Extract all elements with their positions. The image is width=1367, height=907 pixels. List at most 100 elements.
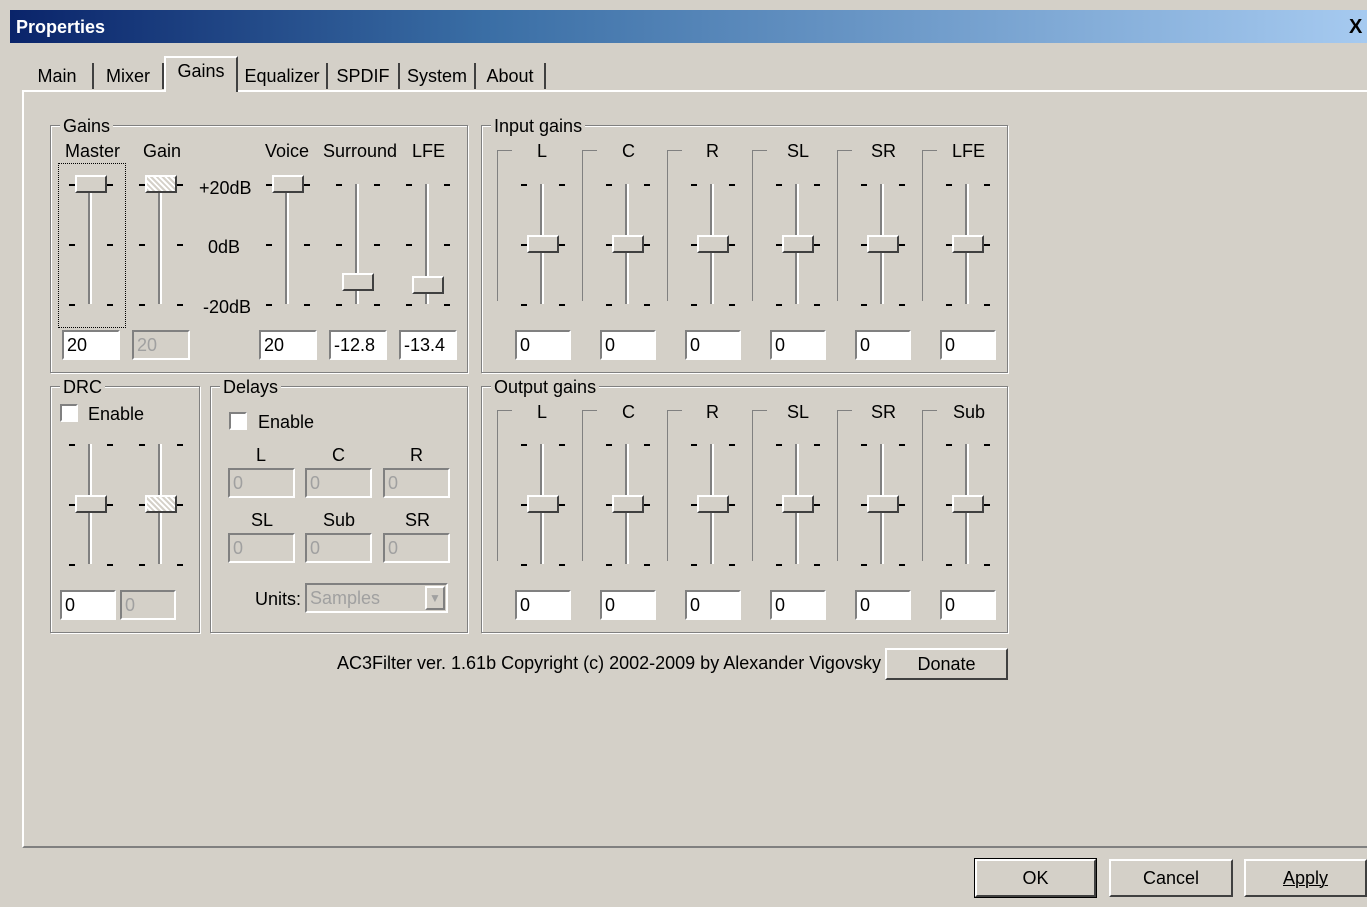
output-gain-input-sub[interactable]: 0 — [940, 590, 996, 620]
delay-input-l[interactable]: 0 — [228, 468, 295, 498]
slider-thumb[interactable] — [782, 495, 814, 513]
tab-system[interactable]: System — [400, 63, 476, 89]
slider-thumb[interactable] — [342, 273, 374, 292]
output-gain-slider-r[interactable] — [667, 410, 735, 580]
slider-tick — [814, 304, 820, 306]
slider-tick — [266, 244, 272, 246]
lfe-slider[interactable] — [406, 170, 450, 320]
slider-tick — [814, 564, 820, 566]
master-input[interactable]: 20 — [62, 330, 120, 360]
slider-tick — [729, 304, 735, 306]
slider-thumb[interactable] — [697, 235, 729, 253]
slider-thumb[interactable] — [867, 495, 899, 513]
slider-tick — [691, 444, 697, 446]
input-gain-input-sl[interactable]: 0 — [770, 330, 826, 360]
input-gain-input-lfe[interactable]: 0 — [940, 330, 996, 360]
slider-thumb[interactable] — [612, 495, 644, 513]
output-gain-label-sr: SR — [871, 402, 897, 422]
drc-slider-1[interactable] — [69, 430, 113, 580]
input-gain-slider-sr[interactable] — [837, 150, 905, 320]
output-gain-input-r[interactable]: 0 — [685, 590, 741, 620]
slider-tick — [814, 184, 820, 186]
delay-input-sl[interactable]: 0 — [228, 533, 295, 563]
input-gain-slider-lfe[interactable] — [922, 150, 990, 320]
voice-input[interactable]: 20 — [259, 330, 317, 360]
slider-thumb[interactable] — [527, 235, 559, 253]
output-gain-input-sr[interactable]: 0 — [855, 590, 911, 620]
slider-thumb[interactable] — [697, 495, 729, 513]
slider-thumb[interactable] — [952, 495, 984, 513]
slider-thumb[interactable] — [75, 175, 107, 193]
output-gain-slider-l[interactable] — [497, 410, 565, 580]
close-button[interactable]: X — [1349, 17, 1367, 37]
voice-slider[interactable] — [266, 170, 310, 320]
delay-input-sub[interactable]: 0 — [305, 533, 372, 563]
input-gain-slider-sl[interactable] — [752, 150, 820, 320]
slider-tick — [984, 504, 990, 506]
apply-button[interactable]: Apply — [1244, 859, 1367, 897]
tab-gains[interactable]: Gains — [164, 56, 238, 92]
slider-tick — [644, 244, 650, 246]
master-slider[interactable] — [69, 170, 113, 320]
output-gain-slider-c[interactable] — [582, 410, 650, 580]
input-gain-input-c[interactable]: 0 — [600, 330, 656, 360]
delay-input-c[interactable]: 0 — [305, 468, 372, 498]
units-select[interactable]: Samples ▼ — [305, 583, 448, 613]
slider-tick — [644, 504, 650, 506]
drc-enable-checkbox[interactable] — [60, 404, 78, 422]
tab-spdif[interactable]: SPDIF — [328, 63, 400, 89]
slider-thumb[interactable] — [612, 235, 644, 253]
chevron-down-icon[interactable]: ▼ — [425, 586, 445, 610]
slider-thumb[interactable] — [782, 235, 814, 253]
slider-thumb[interactable] — [145, 175, 177, 193]
tab-about[interactable]: About — [476, 63, 546, 89]
input-gain-slider-c[interactable] — [582, 150, 650, 320]
delay-label-c: C — [332, 445, 345, 465]
slider-thumb[interactable] — [527, 495, 559, 513]
slider-tick — [644, 184, 650, 186]
input-gain-slider-r[interactable] — [667, 150, 735, 320]
tab-mixer[interactable]: Mixer — [94, 63, 164, 89]
output-gain-input-l[interactable]: 0 — [515, 590, 571, 620]
slider-thumb[interactable] — [145, 495, 177, 513]
input-gain-slider-l[interactable] — [497, 150, 565, 320]
output-gain-slider-sub[interactable] — [922, 410, 990, 580]
slider-thumb[interactable] — [867, 235, 899, 253]
delay-input-sr[interactable]: 0 — [383, 533, 450, 563]
slider-tick — [139, 564, 145, 566]
slider-tick — [559, 184, 565, 186]
slider-tick — [984, 444, 990, 446]
slider-thumb[interactable] — [412, 275, 444, 294]
gain-slider[interactable] — [139, 170, 183, 320]
slider-tick — [899, 304, 905, 306]
donate-button[interactable]: Donate — [885, 648, 1008, 680]
input-gain-input-sr[interactable]: 0 — [855, 330, 911, 360]
output-gain-input-sl[interactable]: 0 — [770, 590, 826, 620]
drc-input-2[interactable]: 0 — [120, 590, 176, 620]
cancel-button[interactable]: Cancel — [1109, 859, 1233, 897]
input-gain-label-sr: SR — [871, 141, 897, 161]
input-gain-input-l[interactable]: 0 — [515, 330, 571, 360]
delays-enable-checkbox[interactable] — [229, 412, 247, 430]
slider-tick — [406, 304, 412, 306]
output-gain-label-r: R — [706, 402, 719, 422]
slider-thumb[interactable] — [75, 495, 107, 513]
lfe-input[interactable]: -13.4 — [399, 330, 457, 360]
output-gain-slider-sr[interactable] — [837, 410, 905, 580]
drc-slider-2[interactable] — [139, 430, 183, 580]
output-gain-slider-sl[interactable] — [752, 410, 820, 580]
surround-input[interactable]: -12.8 — [329, 330, 387, 360]
slider-thumb[interactable] — [272, 175, 304, 193]
ok-button[interactable]: OK — [974, 858, 1097, 898]
tab-main[interactable]: Main — [22, 63, 94, 89]
tab-equalizer[interactable]: Equalizer — [238, 63, 328, 89]
slider-tick — [644, 444, 650, 446]
slider-thumb[interactable] — [952, 235, 984, 253]
output-gain-input-c[interactable]: 0 — [600, 590, 656, 620]
delay-input-r[interactable]: 0 — [383, 468, 450, 498]
input-gain-input-r[interactable]: 0 — [685, 330, 741, 360]
drc-input-1[interactable]: 0 — [60, 590, 116, 620]
gain-input[interactable]: 20 — [132, 330, 190, 360]
surround-slider[interactable] — [336, 170, 380, 320]
slider-tick — [814, 444, 820, 446]
